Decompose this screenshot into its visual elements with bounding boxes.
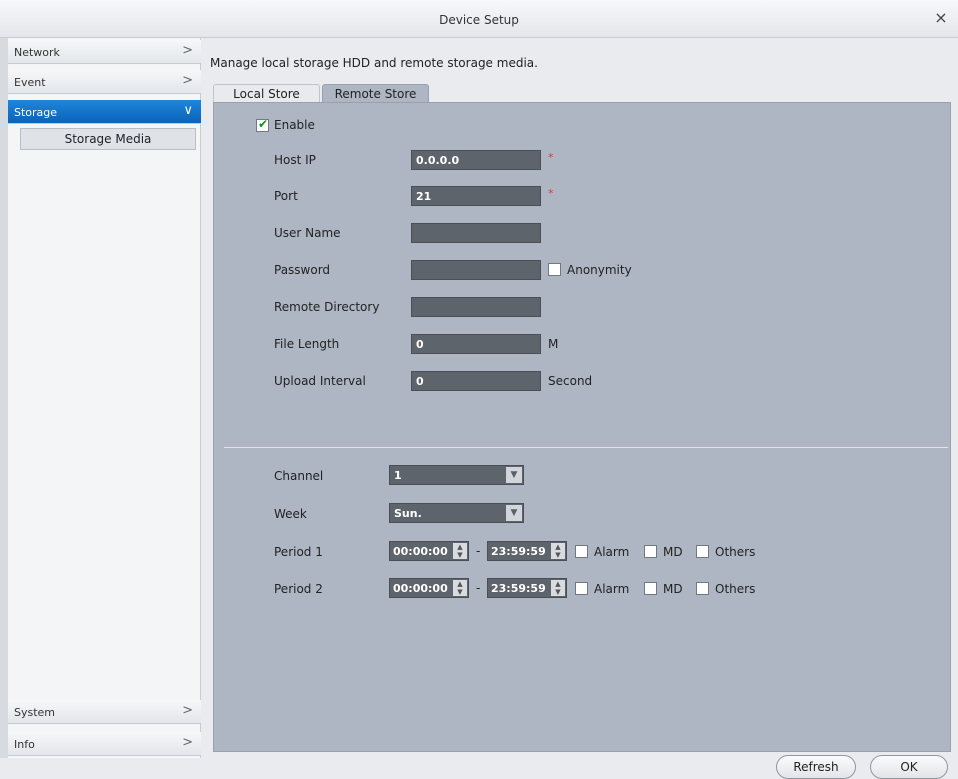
anonymity-label: Anonymity	[567, 263, 632, 277]
sidebar-item-info[interactable]: Info >	[8, 732, 201, 756]
time-separator: -	[476, 544, 481, 558]
remote-directory-field[interactable]	[411, 297, 541, 317]
chevron-down-icon: ∨	[183, 103, 193, 118]
sidebar-item-label: Network	[14, 46, 60, 59]
title-bar: Device Setup ×	[0, 0, 958, 38]
period-1-others-checkbox[interactable]	[696, 545, 709, 558]
period-2-alarm-checkbox[interactable]	[575, 582, 588, 595]
remote-store-panel: ✔ Enable Host IP 0.0.0.0 * Port 21 * Use…	[213, 102, 951, 779]
spinner-arrows-icon[interactable]: ▲ ▼	[551, 543, 565, 559]
period-1-start-time[interactable]: 00:00:00 ▲ ▼	[389, 541, 469, 561]
period-2-end-time[interactable]: 23:59:59 ▲ ▼	[487, 578, 567, 598]
page-description: Manage local storage HDD and remote stor…	[210, 56, 538, 70]
sidebar-item-event[interactable]: Event >	[8, 70, 201, 94]
period-2-start-time[interactable]: 00:00:00 ▲ ▼	[389, 578, 469, 598]
period-1-md-checkbox[interactable]	[644, 545, 657, 558]
channel-label: Channel	[274, 469, 324, 483]
tab-local-store[interactable]: Local Store	[213, 84, 320, 103]
enable-checkbox[interactable]: ✔	[256, 117, 269, 132]
refresh-button[interactable]: Refresh	[776, 755, 856, 779]
file-length-label: File Length	[274, 337, 340, 351]
password-label: Password	[274, 263, 331, 277]
file-length-field[interactable]: 0	[411, 334, 541, 354]
spinner-arrows-icon[interactable]: ▲ ▼	[453, 543, 467, 559]
host-ip-field[interactable]: 0.0.0.0	[411, 150, 541, 170]
close-icon[interactable]: ×	[932, 9, 950, 27]
period-2-md-checkbox[interactable]	[644, 582, 657, 595]
period-1-alarm-checkbox[interactable]	[575, 545, 588, 558]
chevron-right-icon: >	[182, 73, 193, 88]
chevron-right-icon: >	[182, 703, 193, 718]
enable-label: Enable	[274, 118, 315, 132]
password-field[interactable]	[411, 260, 541, 280]
remote-directory-label: Remote Directory	[274, 300, 380, 314]
sidebar-item-label: Storage	[14, 106, 58, 119]
window-title: Device Setup	[439, 13, 519, 27]
sidebar-subitem-storage-media[interactable]: Storage Media	[20, 128, 196, 150]
sidebar-item-label: Info	[14, 738, 35, 751]
others-label: Others	[715, 582, 756, 596]
alarm-label: Alarm	[594, 545, 630, 559]
dropdown-arrow-icon: ▼	[506, 505, 522, 521]
user-name-label: User Name	[274, 226, 341, 240]
time-separator: -	[476, 581, 481, 595]
port-field[interactable]: 21	[411, 186, 541, 206]
port-label: Port	[274, 189, 298, 203]
week-value: Sun.	[394, 507, 422, 520]
upload-interval-unit: Second	[548, 374, 593, 388]
required-marker: *	[548, 187, 554, 200]
host-ip-label: Host IP	[274, 153, 316, 167]
ok-button[interactable]: OK	[870, 755, 948, 779]
channel-select[interactable]: 1 ▼	[389, 465, 524, 485]
week-label: Week	[274, 507, 307, 521]
md-label: MD	[663, 545, 683, 559]
others-label: Others	[715, 545, 756, 559]
checkmark-icon: ✔	[258, 117, 269, 131]
sidebar-item-system[interactable]: System >	[8, 700, 201, 724]
week-select[interactable]: Sun. ▼	[389, 503, 524, 523]
content-area: Manage local storage HDD and remote stor…	[201, 38, 958, 779]
upload-interval-label: Upload Interval	[274, 374, 366, 388]
chevron-right-icon: >	[182, 43, 193, 58]
chevron-right-icon: >	[182, 735, 193, 750]
sidebar-item-storage[interactable]: Storage ∨	[8, 100, 201, 124]
spinner-arrows-icon[interactable]: ▲ ▼	[453, 580, 467, 596]
period-2-label: Period 2	[274, 582, 323, 596]
file-length-unit: M	[548, 337, 559, 351]
alarm-label: Alarm	[594, 582, 630, 596]
section-divider	[224, 447, 948, 448]
md-label: MD	[663, 582, 683, 596]
period-1-label: Period 1	[274, 545, 323, 559]
sidebar-item-label: Event	[14, 76, 46, 89]
anonymity-checkbox[interactable]	[548, 263, 561, 276]
upload-interval-field[interactable]: 0	[411, 371, 541, 391]
time-value: 00:00:00	[393, 582, 448, 595]
tab-remote-store[interactable]: Remote Store	[322, 84, 429, 103]
time-value: 23:59:59	[491, 582, 546, 595]
sidebar: Network > Event > Storage ∨ Storage Medi…	[8, 38, 201, 758]
period-2-others-checkbox[interactable]	[696, 582, 709, 595]
left-edge	[0, 38, 8, 758]
sidebar-item-label: System	[14, 706, 56, 719]
time-value: 23:59:59	[491, 545, 546, 558]
dropdown-arrow-icon: ▼	[506, 467, 522, 483]
spinner-arrows-icon[interactable]: ▲ ▼	[551, 580, 565, 596]
required-marker: *	[548, 151, 554, 164]
period-1-end-time[interactable]: 23:59:59 ▲ ▼	[487, 541, 567, 561]
sidebar-item-network[interactable]: Network >	[8, 40, 201, 64]
user-name-field[interactable]	[411, 223, 541, 243]
channel-value: 1	[394, 469, 402, 482]
time-value: 00:00:00	[393, 545, 448, 558]
